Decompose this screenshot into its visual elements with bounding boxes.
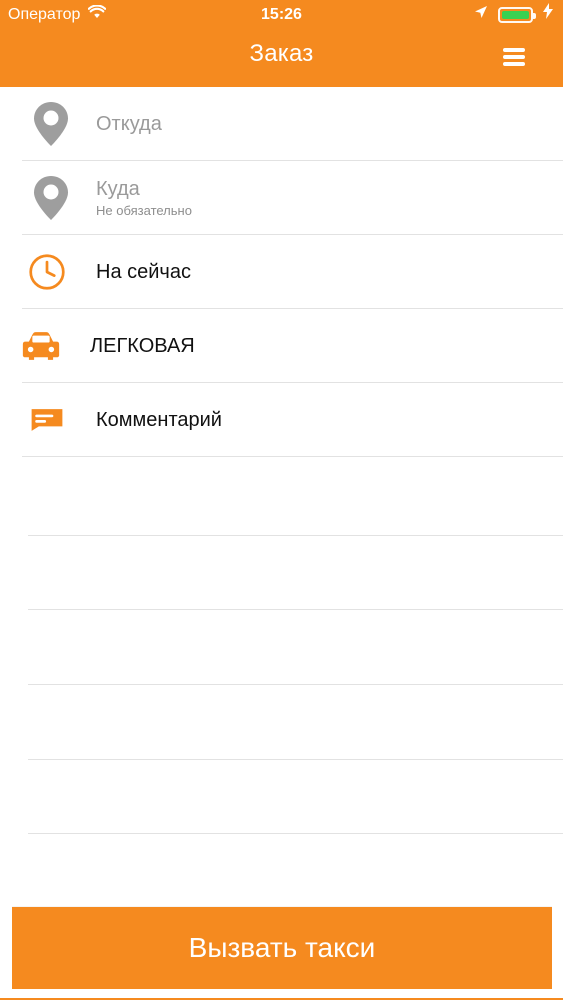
map-pin-icon <box>32 100 70 148</box>
order-screen: Оператор 15:26 Заказ Откуда Куда Не обяз… <box>0 0 563 1000</box>
vehicle-label: ЛЕГКОВАЯ <box>90 334 195 357</box>
time-label: На сейчас <box>96 260 191 283</box>
status-bar: Оператор 15:26 <box>0 0 563 30</box>
empty-list-area <box>28 460 563 890</box>
location-arrow-icon <box>474 0 488 30</box>
menu-line <box>503 48 525 52</box>
empty-divider <box>28 759 563 760</box>
status-right <box>474 0 553 30</box>
car-icon <box>22 322 60 370</box>
header-bar: Оператор 15:26 Заказ <box>0 0 563 87</box>
to-text: Куда Не обязательно <box>96 161 563 234</box>
map-pin-icon <box>32 174 70 222</box>
clock-icon <box>28 248 66 296</box>
to-sublabel: Не обязательно <box>96 203 192 218</box>
empty-divider <box>28 684 563 685</box>
comment-row[interactable]: Комментарий <box>22 383 563 457</box>
battery-indicator <box>498 7 536 23</box>
time-row[interactable]: На сейчас <box>22 235 563 309</box>
comment-text: Комментарий <box>96 383 563 456</box>
order-options-list: Откуда Куда Не обязательно На сейчас ЛЕГ… <box>0 87 563 457</box>
time-text: На сейчас <box>96 235 563 308</box>
battery-fill <box>502 11 529 19</box>
empty-divider <box>28 609 563 610</box>
vehicle-text: ЛЕГКОВАЯ <box>90 309 563 382</box>
hamburger-menu-icon[interactable] <box>503 48 525 66</box>
charging-bolt-icon <box>543 0 553 30</box>
page-title: Заказ <box>249 40 314 67</box>
to-label: Куда <box>96 178 140 200</box>
from-row[interactable]: Откуда <box>22 87 563 161</box>
call-taxi-button[interactable]: Вызвать такси <box>12 907 552 989</box>
from-text: Откуда <box>96 87 563 160</box>
empty-divider <box>28 833 563 834</box>
comment-icon <box>28 396 66 444</box>
menu-line <box>503 55 525 59</box>
to-row[interactable]: Куда Не обязательно <box>22 161 563 235</box>
empty-divider <box>28 535 563 536</box>
comment-label: Комментарий <box>96 408 222 431</box>
vehicle-class-row[interactable]: ЛЕГКОВАЯ <box>22 309 563 383</box>
from-label: Откуда <box>96 112 162 135</box>
menu-line <box>503 62 525 66</box>
